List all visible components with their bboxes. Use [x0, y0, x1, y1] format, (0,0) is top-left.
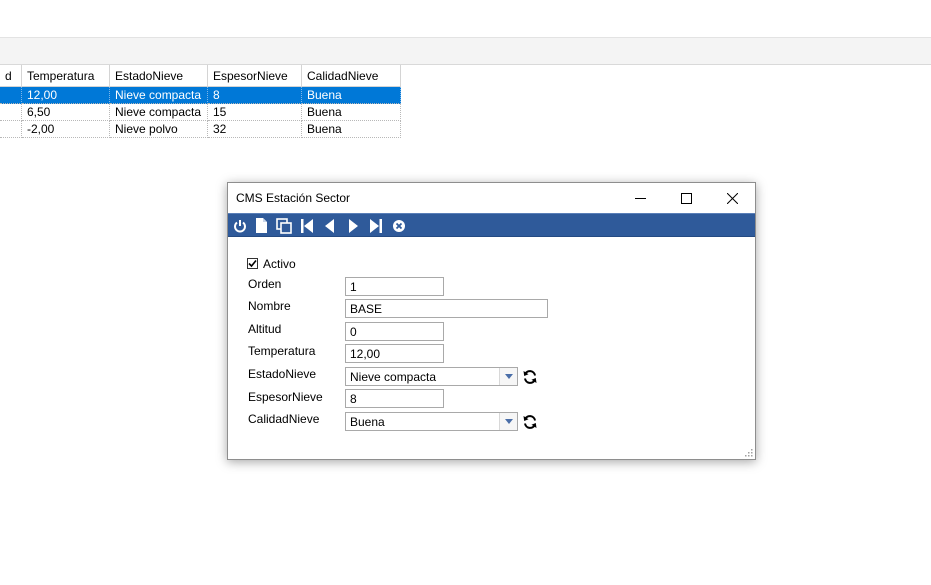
espesornieve-field[interactable]: 8 [345, 389, 444, 408]
grid-cell[interactable] [0, 87, 22, 104]
cancel-button[interactable] [390, 217, 407, 234]
estadonieve-select[interactable]: Nieve compacta [345, 367, 518, 386]
espesornieve-label: EspesorNieve [248, 390, 323, 404]
calidadnieve-select[interactable]: Buena [345, 412, 518, 431]
toolbar-strip [0, 38, 931, 65]
estadonieve-value: Nieve compacta [350, 370, 437, 384]
grid-cell[interactable] [0, 104, 22, 121]
chevron-down-icon[interactable] [499, 368, 517, 385]
nombre-field[interactable]: BASE [345, 299, 548, 318]
next-record-icon [348, 218, 358, 233]
column-header-estadonieve[interactable]: EstadoNieve [110, 65, 208, 87]
new-button[interactable] [253, 217, 270, 234]
chevron-down-icon[interactable] [499, 413, 517, 430]
altitud-label: Altitud [248, 322, 282, 336]
activo-label: Activo [263, 257, 296, 271]
previous-record-button[interactable] [321, 217, 338, 234]
first-record-icon [300, 218, 313, 233]
first-record-button[interactable] [298, 217, 315, 234]
maximize-icon [680, 192, 692, 204]
column-header-calidadnieve[interactable]: CalidadNieve [302, 65, 401, 87]
checkmark-icon [248, 259, 257, 268]
grid-cell[interactable]: Nieve compacta [110, 104, 208, 121]
close-button[interactable] [709, 183, 755, 213]
grid-cell[interactable]: Nieve compacta [110, 87, 208, 104]
next-record-button[interactable] [344, 217, 361, 234]
grid-cell[interactable]: 15 [208, 104, 302, 121]
new-document-icon [256, 218, 267, 233]
grid-cell[interactable]: 12,00 [22, 87, 110, 104]
title-bar[interactable]: CMS Estación Sector [228, 183, 755, 213]
grid-cell[interactable]: 32 [208, 121, 302, 138]
nombre-label: Nombre [248, 299, 291, 313]
refresh-icon[interactable] [522, 369, 538, 385]
column-header-espesornieve[interactable]: EspesorNieve [208, 65, 302, 87]
altitud-field[interactable]: 0 [345, 322, 444, 341]
top-area [0, 0, 931, 38]
minimize-icon [634, 197, 646, 199]
last-record-icon [369, 218, 382, 233]
grid-cell[interactable]: 6,50 [22, 104, 110, 121]
maximize-button[interactable] [663, 183, 709, 213]
cms-estacion-sector-dialog: CMS Estación Sector Activo Orden 1 Nombr… [227, 182, 756, 460]
window-title: CMS Estación Sector [236, 191, 351, 205]
calidadnieve-label: CalidadNieve [248, 412, 320, 426]
copy-button[interactable] [275, 217, 292, 234]
power-icon [233, 219, 246, 232]
temperatura-field[interactable]: 12,00 [345, 344, 444, 363]
grid-cell[interactable]: 8 [208, 87, 302, 104]
grid-cell[interactable]: Nieve polvo [110, 121, 208, 138]
close-icon [726, 192, 738, 204]
calidadnieve-value: Buena [350, 415, 385, 429]
refresh-icon[interactable] [522, 414, 538, 430]
last-record-button[interactable] [367, 217, 384, 234]
grid-cell[interactable]: -2,00 [22, 121, 110, 138]
grid-cell[interactable]: Buena [302, 121, 401, 138]
cancel-icon [392, 219, 405, 232]
copy-icon [275, 217, 292, 234]
column-header-temperatura[interactable]: Temperatura [22, 65, 110, 87]
dialog-toolbar [228, 213, 755, 237]
column-header-partial[interactable]: d [0, 65, 22, 87]
previous-record-icon [324, 218, 334, 233]
grid-cell[interactable] [0, 121, 22, 138]
minimize-button[interactable] [617, 183, 663, 213]
resize-grip-icon[interactable] [743, 447, 753, 457]
grid-cell[interactable]: Buena [302, 87, 401, 104]
estadonieve-label: EstadoNieve [248, 367, 317, 381]
activo-checkbox[interactable] [247, 258, 258, 269]
temperatura-label: Temperatura [248, 344, 316, 358]
orden-field[interactable]: 1 [345, 277, 444, 296]
grid-cell[interactable]: Buena [302, 104, 401, 121]
orden-label: Orden [248, 277, 282, 291]
power-button[interactable] [231, 217, 248, 234]
